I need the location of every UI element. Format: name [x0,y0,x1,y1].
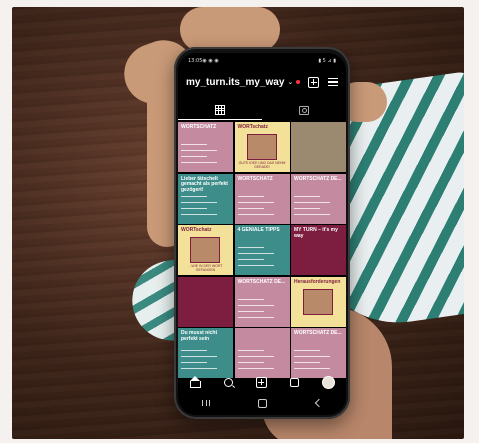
text-line [294,350,320,352]
post-tile[interactable]: WORTSCHATZ DE... [234,276,290,327]
post-title: MY TURN – it's my way [294,227,338,239]
bottom-navigation [178,371,346,393]
text-line [181,368,217,370]
username[interactable]: my_turn.its_my_way [186,77,284,88]
status-time: 13:05 [188,58,203,64]
post-photo [246,134,277,160]
status-icons: ◉ ◉ ◉ [202,58,219,64]
text-line [237,253,274,255]
smartphone: 13:05 ◉ ◉ ◉ ▮ 5 ⊿ ▮ my_turn.its_my_way ⌄… [174,47,350,419]
recent-apps-icon[interactable] [202,400,211,406]
post-tile[interactable]: WORTSCHATZ [234,173,290,224]
post-tile[interactable] [178,276,233,327]
tab-tagged[interactable] [262,100,346,120]
text-line [181,201,217,203]
post-title: WORTSCHATZ [181,124,217,130]
post-grid: WORTSCHATZ WORTschatz GUTE IDEE UND DAS NE… [178,122,346,378]
profile-header: my_turn.its_my_way ⌄ [178,64,346,92]
status-right-icons: ▮ 5 ⊿ ▮ [318,58,336,64]
grid-icon [215,104,225,115]
text-line [237,247,264,249]
phone-screen: 13:05 ◉ ◉ ◉ ▮ 5 ⊿ ▮ my_turn.its_my_way ⌄… [178,53,346,415]
post-photo [303,288,333,315]
post-photo [190,237,220,263]
text-line [237,298,264,300]
text-line [237,310,264,312]
post-title: 4 GENIALE TIPPS [237,227,280,233]
photo-frame: 13:05 ◉ ◉ ◉ ▮ 5 ⊿ ▮ my_turn.its_my_way ⌄… [12,7,464,439]
chevron-down-icon[interactable]: ⌄ [287,78,293,86]
post-tile[interactable]: WORTschatz ...WIE IN DER WORT GEFANGEN [178,225,233,275]
text-line [237,265,274,267]
text-line [294,195,320,197]
status-bar: 13:05 ◉ ◉ ◉ ▮ 5 ⊿ ▮ [178,53,346,64]
text-line [237,356,274,358]
text-line [294,201,330,203]
text-line [237,207,264,209]
text-line [181,350,207,352]
post-title: Du musst nicht perfekt sein [181,330,218,342]
tab-grid[interactable] [178,100,262,120]
text-line [181,144,207,146]
text-line [237,350,264,352]
text-line [181,150,217,152]
text-line [237,362,264,364]
text-line [181,362,207,364]
text-line [237,201,274,203]
post-title: WORTSCHATZ DE... [294,175,342,182]
post-title: Lieber tätschelt gemacht als perfekt gez… [181,175,228,193]
text-line [181,213,217,215]
search-icon[interactable] [223,377,233,387]
post-tile[interactable]: 4 GENIALE TIPPS [234,225,290,275]
profile-tabs [178,100,346,120]
reels-icon[interactable] [289,377,299,387]
text-line [237,368,274,370]
post-title: WORTSCHATZ [237,175,273,182]
hand-top-fingers [180,7,280,52]
text-line [237,213,274,215]
text-line [294,213,330,215]
post-tile[interactable]: WORTschatz GUTE IDEE UND DAS NEHM GERADE! [234,122,290,172]
post-caption: ...WIE IN DER WORT GEFANGEN [188,264,223,272]
text-line [294,207,320,209]
tagged-icon [299,105,309,115]
text-line [237,195,264,197]
avatar[interactable] [321,375,335,389]
post-title: WORTschatz [181,227,212,233]
new-post-icon[interactable] [255,376,267,388]
system-navigation [178,395,346,411]
post-title: Herausforderungen [294,278,341,285]
post-caption: GUTE IDEE UND DAS NEHM GERADE! [238,161,286,169]
system-home-icon[interactable] [258,398,268,408]
post-title: WORTSCHATZ DE... [237,278,286,285]
text-line [237,316,274,318]
post-tile[interactable] [291,122,346,172]
text-line [181,195,207,197]
text-line [181,162,217,164]
text-line [181,207,207,209]
text-line [181,356,217,358]
post-tile[interactable]: WORTSCHATZ DE... [291,173,346,224]
post-tile[interactable]: MY TURN – it's my way [291,225,346,275]
post-title: WORTschatz [237,124,268,130]
notification-dot [296,80,301,84]
back-icon[interactable] [314,398,324,408]
text-line [237,259,264,261]
home-icon[interactable] [189,375,201,388]
post-tile[interactable]: WORTSCHATZ [178,122,233,172]
post-tile[interactable]: Lieber tätschelt gemacht als perfekt gez… [178,173,233,224]
text-line [294,362,320,364]
menu-icon[interactable] [328,78,338,86]
text-line [294,368,330,370]
text-line [294,356,330,358]
post-title: WORTSCHATZ DE... [294,330,342,336]
create-post-icon[interactable] [308,76,319,88]
text-line [181,156,207,158]
post-tile[interactable]: Herausforderungen [291,276,346,327]
text-line [237,304,274,306]
